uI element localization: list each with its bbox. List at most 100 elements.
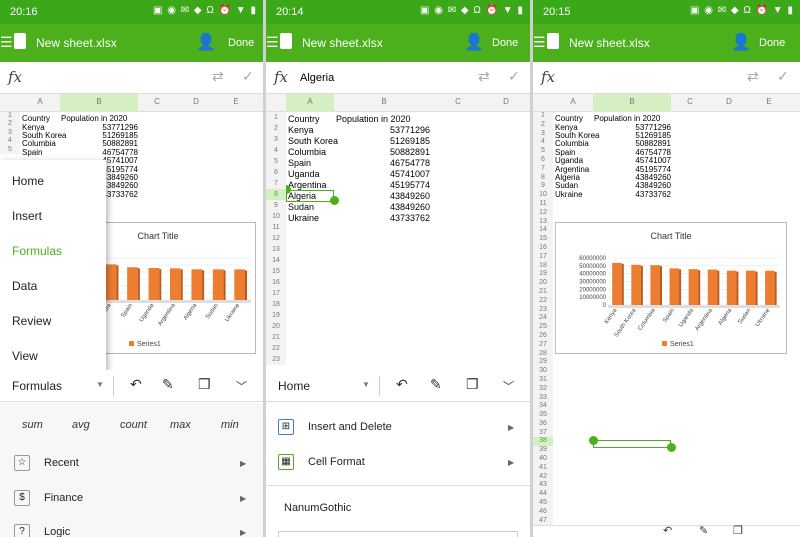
row-number[interactable]: 30 [533, 367, 553, 376]
cell-header-population[interactable]: Population in 2020 [61, 114, 127, 123]
row-number[interactable]: 20 [266, 321, 286, 332]
row-number[interactable]: 36 [533, 420, 553, 429]
formula-bar[interactable]: fx ⇄ ✓ [0, 62, 263, 94]
row-number[interactable]: 35 [533, 411, 553, 420]
menu-icon[interactable]: ☰ [266, 34, 279, 51]
row-number[interactable]: 23 [266, 354, 286, 365]
col-d[interactable]: D [176, 97, 216, 106]
max-button[interactable]: max [170, 419, 191, 431]
col-e[interactable]: E [749, 97, 789, 106]
row-number[interactable]: 31 [533, 376, 553, 385]
cell-pop[interactable]: 50882891 [346, 147, 430, 157]
cell-selection[interactable] [593, 440, 671, 448]
row-number[interactable]: 29 [533, 358, 553, 367]
cell-pop[interactable]: 45195774 [346, 180, 430, 190]
confirm-icon[interactable]: ✓ [777, 68, 789, 85]
row-number[interactable]: 9 [266, 200, 286, 211]
cell-pop[interactable]: 43849260 [346, 191, 430, 201]
row-number[interactable]: 2 [533, 121, 553, 130]
row-number[interactable]: 14 [533, 226, 553, 235]
menu-item-data[interactable]: Data [0, 265, 106, 300]
windows-icon[interactable]: ❐ [198, 376, 211, 393]
row-number[interactable]: 9 [533, 182, 553, 191]
row-number[interactable]: 18 [533, 262, 553, 271]
row-number[interactable]: 46 [533, 508, 553, 517]
row-number[interactable]: 15 [533, 235, 553, 244]
col-c[interactable]: C [671, 97, 709, 106]
menu-item-formulas[interactable]: Formulas [0, 230, 106, 265]
selection-handle[interactable] [589, 436, 598, 445]
windows-icon[interactable]: ❐ [733, 524, 743, 537]
row-number[interactable]: 15 [266, 266, 286, 277]
row-number[interactable]: 3 [533, 130, 553, 139]
row-number[interactable]: 5 [266, 156, 286, 167]
row-number[interactable]: 8 [266, 189, 286, 200]
pen-icon[interactable]: ✎ [699, 524, 708, 537]
done-button[interactable]: Done [759, 37, 785, 49]
cell-pop[interactable]: 51269185 [346, 136, 430, 146]
row-number[interactable]: 27 [533, 341, 553, 350]
share-user-icon[interactable]: 👤 [731, 32, 751, 52]
menu-item-home[interactable]: Home [0, 160, 106, 195]
row-number[interactable]: 12 [266, 233, 286, 244]
row-number[interactable]: 42 [533, 473, 553, 482]
cell-country[interactable]: Columbia [555, 139, 589, 148]
menu-icon[interactable]: ☰ [533, 34, 546, 51]
col-c[interactable]: C [138, 97, 176, 106]
col-a[interactable]: A [286, 94, 334, 112]
row-number[interactable]: 6 [533, 156, 553, 165]
confirm-icon[interactable]: ✓ [508, 68, 520, 85]
row-number[interactable]: 14 [266, 255, 286, 266]
row-number[interactable]: 24 [533, 314, 553, 323]
cell-country[interactable]: Sudan [288, 202, 314, 212]
share-user-icon[interactable]: 👤 [464, 32, 484, 52]
cell-format-item[interactable]: ▦ Cell Format [278, 454, 365, 470]
recent-item[interactable]: ☆ Recent [14, 455, 79, 471]
row-number[interactable]: 6 [266, 167, 286, 178]
logic-item[interactable]: ? Logic [14, 524, 70, 537]
row-number[interactable]: 34 [533, 402, 553, 411]
row-number[interactable]: 22 [533, 297, 553, 306]
count-button[interactable]: count [120, 419, 147, 431]
cell-pop[interactable]: 43733762 [613, 190, 671, 199]
row-number[interactable]: 43 [533, 481, 553, 490]
row-number[interactable]: 12 [533, 209, 553, 218]
row-number[interactable]: 20 [533, 279, 553, 288]
row-number[interactable]: 13 [266, 244, 286, 255]
col-b[interactable]: B [334, 97, 434, 106]
collapse-icon[interactable]: ﹀ [503, 378, 514, 394]
row-number[interactable]: 11 [266, 222, 286, 233]
wrap-icon[interactable]: ⇄ [747, 68, 759, 85]
row-number[interactable]: 1 [266, 112, 286, 123]
confirm-icon[interactable]: ✓ [242, 68, 254, 85]
cell-country[interactable]: Columbia [288, 147, 326, 157]
undo-icon[interactable]: ↶ [130, 376, 142, 393]
row-number[interactable]: 39 [533, 446, 553, 455]
formula-bar[interactable]: fx Algeria ⇄ ✓ [266, 62, 530, 94]
row-number[interactable]: 3 [266, 134, 286, 145]
cell-pop[interactable]: 50882891 [613, 139, 671, 148]
cell-country[interactable]: Uganda [288, 169, 320, 179]
row-number[interactable]: 1 [533, 112, 553, 121]
menu-item-review[interactable]: Review [0, 300, 106, 335]
row-number[interactable]: 7 [533, 165, 553, 174]
row-number[interactable]: 13 [533, 218, 553, 227]
selection-handle[interactable] [330, 196, 339, 205]
row-number[interactable]: 11 [533, 200, 553, 209]
col-d[interactable]: D [482, 97, 530, 106]
menu-icon[interactable]: ☰ [0, 34, 13, 51]
row-number[interactable]: 32 [533, 385, 553, 394]
col-b[interactable]: B [60, 94, 138, 112]
collapse-icon[interactable]: ﹀ [236, 378, 247, 394]
pen-icon[interactable]: ✎ [162, 376, 174, 393]
undo-icon[interactable]: ↶ [396, 376, 408, 393]
sum-button[interactable]: sum [22, 419, 43, 431]
cell-pop[interactable]: 46754778 [346, 158, 430, 168]
cell-country[interactable]: Ukraine [555, 190, 583, 199]
row-number[interactable]: 19 [533, 270, 553, 279]
cell-selection[interactable] [286, 190, 334, 202]
row-number[interactable]: 22 [266, 343, 286, 354]
dropdown-caret-icon[interactable]: ▼ [362, 380, 370, 389]
row-number[interactable]: 26 [533, 332, 553, 341]
menu-item-view[interactable]: View [0, 335, 106, 370]
